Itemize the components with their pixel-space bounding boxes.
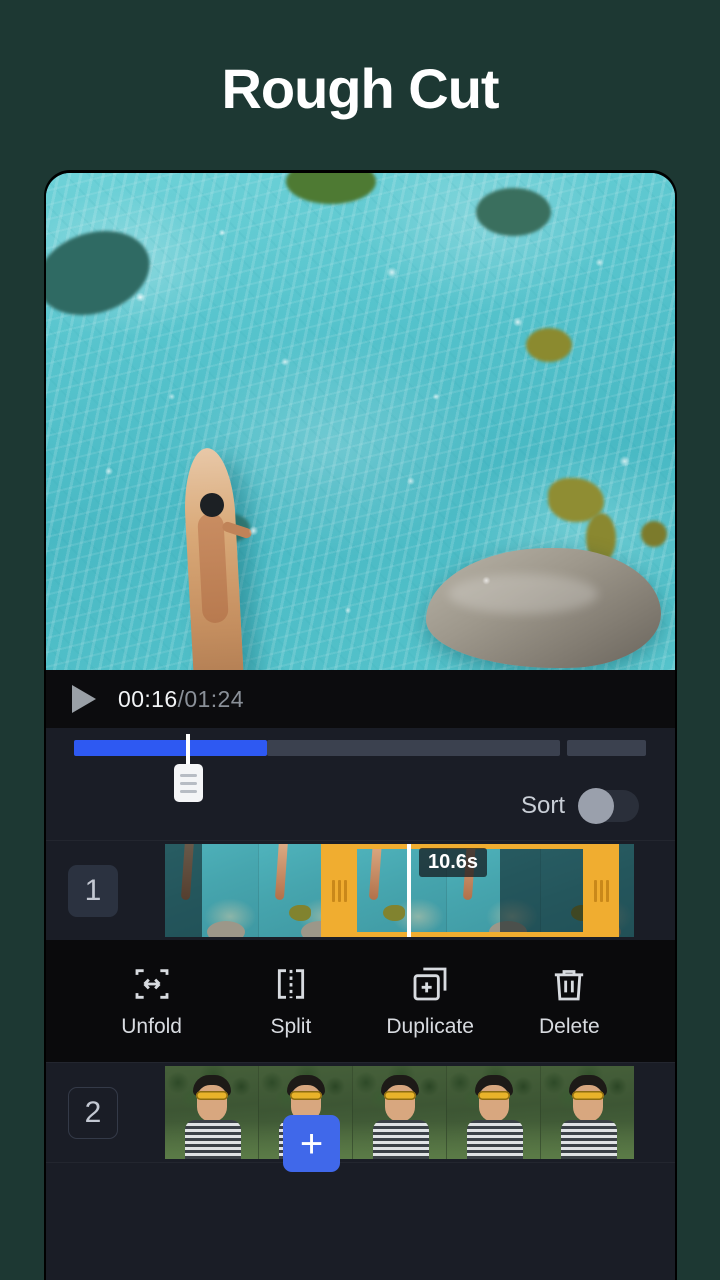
filmstrip-frame: [541, 1066, 634, 1159]
clip-duration-badge: 10.6s: [419, 848, 488, 877]
video-preview[interactable]: [46, 173, 675, 670]
unfold-arrows-icon: [135, 968, 169, 999]
play-triangle-icon[interactable]: [72, 685, 96, 713]
grip-line: [180, 781, 197, 785]
plus-icon: +: [299, 1121, 324, 1166]
track-number-badge-2: 2: [68, 1086, 118, 1139]
progress-segment-2: [267, 740, 560, 756]
sort-toggle-knob: [578, 788, 614, 824]
grip-line: [180, 773, 197, 777]
unfold-label: Unfold: [121, 1014, 182, 1038]
total-time: /01:24: [177, 685, 244, 712]
page-title: Rough Cut: [221, 57, 499, 120]
duplicate-button[interactable]: Duplicate: [375, 964, 485, 1039]
time-display: 00:16/01:24: [118, 686, 244, 713]
split-label: Split: [270, 1014, 312, 1038]
filmstrip-frame: [259, 844, 353, 937]
progress-filled: [74, 740, 267, 756]
delete-label: Delete: [539, 1014, 600, 1038]
filmstrip-frame: [447, 1066, 541, 1159]
sort-label: Sort: [520, 792, 565, 819]
filmstrip-track-2[interactable]: [165, 1066, 634, 1159]
trash-icon: [555, 969, 584, 1000]
sort-toggle[interactable]: [578, 788, 639, 824]
duplicate-plus-icon: [413, 967, 447, 1000]
scrub-area[interactable]: Sort: [46, 728, 675, 840]
timeline-track-2[interactable]: 2 +: [46, 1062, 675, 1172]
phone-screen: 00:16/01:24 Sort 1 10.6s Unfold Split Du…: [46, 173, 675, 1280]
add-clip-button[interactable]: +: [283, 1115, 340, 1172]
split-dashed-icon: [277, 968, 304, 999]
grip-line: [180, 789, 197, 793]
timeline-track-3[interactable]: [46, 1162, 675, 1222]
filmstrip-frame: [165, 1066, 259, 1159]
progress-bar[interactable]: [74, 740, 646, 756]
progress-segment-3: [567, 740, 646, 756]
water-sparkles: [46, 173, 675, 670]
timeline-track-1[interactable]: 1 10.6s: [46, 840, 675, 940]
current-time: 00:16: [118, 685, 178, 712]
split-button[interactable]: Split: [236, 964, 346, 1039]
clip-playhead-line: [407, 844, 411, 937]
filmstrip-frame: [165, 844, 259, 937]
sort-row: Sort: [520, 788, 639, 824]
clip-action-toolbar: Unfold Split Duplicate Delete: [46, 940, 675, 1062]
phone-mockup-frame: 00:16/01:24 Sort 1 10.6s Unfold Split Du…: [44, 170, 677, 1280]
playhead-drag-handle[interactable]: [174, 764, 203, 802]
track-number-badge-1: 1: [68, 864, 118, 917]
duplicate-label: Duplicate: [386, 1014, 474, 1038]
filmstrip-frame: [541, 844, 634, 937]
unfold-button[interactable]: Unfold: [97, 964, 207, 1039]
delete-button[interactable]: Delete: [514, 964, 624, 1039]
filmstrip-frame: [353, 1066, 447, 1159]
filmstrip-track-1[interactable]: 10.6s: [165, 844, 634, 937]
player-bar: 00:16/01:24: [46, 670, 675, 728]
